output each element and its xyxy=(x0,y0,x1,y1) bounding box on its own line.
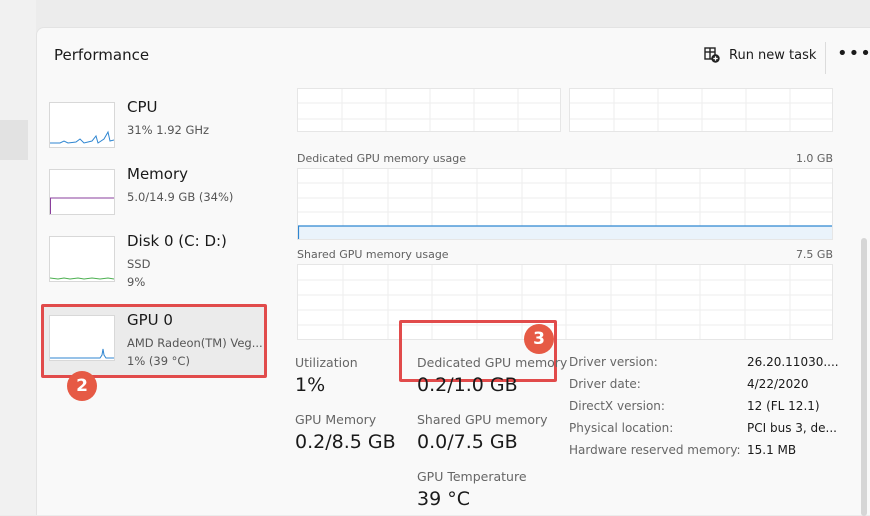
gpu-temperature-label: GPU Temperature xyxy=(417,469,527,484)
annotation-badge-2: 2 xyxy=(67,371,97,401)
dedicated-memory-value: 0.2/1.0 GB xyxy=(417,374,518,396)
task-manager-window: Performance Run new task ••• CPU 31% 1.9… xyxy=(36,27,870,516)
physical-location-key: Physical location: xyxy=(569,421,674,435)
run-new-task-label: Run new task xyxy=(729,47,817,63)
disk-type: SSD xyxy=(127,257,151,271)
dedicated-memory-label: Dedicated GPU memory xyxy=(417,355,568,370)
sidebar-item-cpu[interactable]: CPU 31% 1.92 GHz xyxy=(47,98,267,160)
sidebar-item-memory[interactable]: Memory 5.0/14.9 GB (34%) xyxy=(47,165,267,227)
run-new-task-button[interactable]: Run new task xyxy=(703,43,816,67)
hardware-reserved-value: 15.1 MB xyxy=(747,443,797,457)
background-app-strip xyxy=(0,0,36,515)
driver-version-key: Driver version: xyxy=(569,355,658,369)
more-options-icon[interactable]: ••• xyxy=(837,38,870,70)
engine-graph-left xyxy=(297,88,561,132)
driver-version-value: 26.20.11030.... xyxy=(747,355,839,369)
cpu-title: CPU xyxy=(127,98,158,116)
driver-date-key: Driver date: xyxy=(569,377,641,391)
run-task-icon xyxy=(703,46,721,64)
directx-version-value: 12 (FL 12.1) xyxy=(747,399,820,413)
gpu-mini-graph xyxy=(49,315,115,361)
physical-location-value: PCI bus 3, de... xyxy=(747,421,837,435)
disk-title: Disk 0 (C: D:) xyxy=(127,232,227,250)
shared-memory-label: Shared GPU memory xyxy=(417,412,548,427)
gpu-usage: 1% (39 °C) xyxy=(127,354,190,368)
memory-title: Memory xyxy=(127,165,189,183)
header-bar: Performance Run new task ••• xyxy=(37,28,870,88)
gpu-model: AMD Radeon(TM) Veg... xyxy=(127,336,263,350)
dedicated-graph-label: Dedicated GPU memory usage xyxy=(297,152,466,165)
header-separator xyxy=(825,42,826,74)
gpu-title: GPU 0 xyxy=(127,311,173,329)
dedicated-graph-max: 1.0 GB xyxy=(795,152,833,165)
driver-date-value: 4/22/2020 xyxy=(747,377,809,391)
directx-version-key: DirectX version: xyxy=(569,399,665,413)
hardware-reserved-key: Hardware reserved memory: xyxy=(569,443,741,457)
shared-memory-value: 0.0/7.5 GB xyxy=(417,431,518,453)
memory-usage: 5.0/14.9 GB (34%) xyxy=(127,190,234,204)
utilization-label: Utilization xyxy=(295,355,358,370)
memory-mini-graph xyxy=(49,169,115,215)
sidebar-item-disk[interactable]: Disk 0 (C: D:) SSD 9% xyxy=(47,232,267,294)
gpu-memory-label: GPU Memory xyxy=(295,412,377,427)
gpu-memory-value: 0.2/8.5 GB xyxy=(295,431,396,453)
gpu-temperature-value: 39 °C xyxy=(417,488,470,510)
sidebar-item-gpu[interactable]: GPU 0 AMD Radeon(TM) Veg... 1% (39 °C) xyxy=(47,311,267,373)
vertical-scrollbar[interactable] xyxy=(861,238,867,516)
dedicated-memory-graph xyxy=(297,168,833,240)
background-nav-tab xyxy=(0,120,28,160)
cpu-mini-graph xyxy=(49,102,115,148)
cpu-usage: 31% 1.92 GHz xyxy=(127,123,210,137)
utilization-value: 1% xyxy=(295,374,326,396)
shared-memory-graph xyxy=(297,264,833,340)
page-title: Performance xyxy=(54,46,150,64)
engine-graph-right xyxy=(569,88,833,132)
disk-mini-graph xyxy=(49,236,115,282)
shared-graph-max: 7.5 GB xyxy=(795,248,833,261)
disk-usage: 9% xyxy=(127,275,146,289)
annotation-badge-3: 3 xyxy=(524,324,554,354)
shared-graph-label: Shared GPU memory usage xyxy=(297,248,449,261)
